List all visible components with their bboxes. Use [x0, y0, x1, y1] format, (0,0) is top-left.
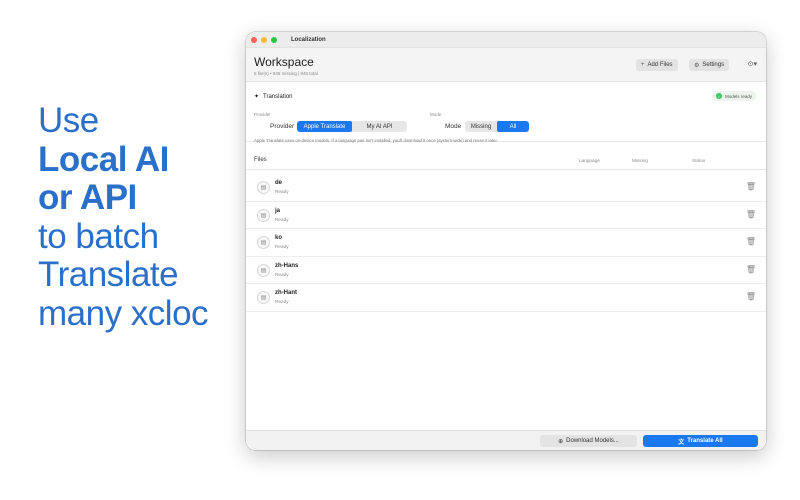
footer-bar: ⊕ Download Models... 文 Translate All	[246, 430, 766, 450]
file-name: ja	[275, 207, 281, 214]
app-window: Localization Workspace 5 file(s) • 845 m…	[246, 32, 766, 450]
models-ready-label: Models ready	[724, 93, 752, 99]
workspace-header: Workspace 5 file(s) • 845 missing | 845 …	[246, 48, 766, 82]
file-name: de	[275, 180, 283, 186]
document-icon: ▤	[257, 291, 270, 304]
file-name: ko	[275, 235, 283, 241]
trash-icon[interactable]: 🗑	[746, 237, 756, 246]
models-ready-badge: ✓ Models ready	[711, 91, 756, 101]
files-title: Files	[254, 157, 267, 163]
provider-option-my-ai-api[interactable]: My AI API	[352, 121, 407, 132]
checkmark-icon: ✓	[715, 93, 722, 99]
file-status: Ready	[275, 271, 289, 277]
translation-section: ✦ Translation ✓ Models ready Provider Mo…	[246, 82, 766, 142]
provider-option-apple-translate[interactable]: Apple Translate	[297, 121, 352, 132]
translation-note: Apple Translate uses on-device models. I…	[254, 138, 498, 143]
plus-icon: +	[641, 62, 645, 68]
file-status: Ready	[275, 189, 289, 194]
promo-line-4: to batch	[38, 216, 159, 256]
title-bar: Localization	[246, 32, 766, 48]
window-title: Localization	[291, 36, 326, 43]
translate-icon: 文	[678, 439, 685, 446]
trash-icon[interactable]: 🗑	[746, 210, 756, 219]
promo-line-6: many xcloc	[38, 293, 209, 333]
column-status: Status	[692, 158, 706, 163]
settings-button[interactable]: ⚙ Settings	[689, 59, 730, 71]
mode-label: Mode	[445, 123, 462, 130]
document-icon: ▤	[257, 236, 270, 249]
file-status: Ready	[275, 299, 289, 304]
provider-label: Provider	[270, 123, 295, 130]
promo-line-1: Use	[38, 101, 99, 140]
file-status: Ready	[275, 244, 289, 249]
trash-icon[interactable]: 🗑	[746, 292, 756, 301]
translation-title: ✦ Translation	[254, 93, 293, 101]
mode-option-missing[interactable]: Missing	[465, 121, 497, 132]
promo-line-3: or API	[38, 178, 137, 217]
ellipsis-circle-icon[interactable]: ⊙▾	[748, 60, 757, 68]
mode-caption: Mode	[430, 112, 442, 117]
minimize-window-button[interactable]	[261, 36, 267, 43]
download-models-button[interactable]: ⊕ Download Models...	[540, 435, 637, 447]
document-icon: ▤	[257, 208, 270, 222]
download-icon: ⊕	[558, 438, 564, 445]
close-window-button[interactable]	[251, 36, 257, 43]
trash-icon[interactable]: 🗑	[746, 265, 756, 274]
gear-icon: ⚙	[694, 62, 700, 69]
mode-segmented-control: Missing All	[465, 121, 529, 132]
file-name: zh-Hant	[275, 290, 297, 296]
provider-segmented-control: Apple Translate My AI API	[297, 121, 407, 132]
promo-text: Use Local AI or API to batch Translate m…	[38, 101, 238, 333]
promo-line-2: Local AI	[38, 139, 169, 179]
trash-icon[interactable]: 🗑	[746, 182, 756, 191]
mode-option-all[interactable]: All	[497, 121, 529, 132]
file-name: zh-Hans	[275, 262, 299, 269]
add-files-label: Add Files	[647, 62, 673, 68]
promo-line-5: Translate	[38, 255, 179, 294]
file-status: Ready	[275, 216, 289, 222]
translate-all-button[interactable]: 文 Translate All	[643, 435, 758, 447]
document-icon: ▤	[257, 181, 270, 194]
workspace-subtitle: 5 file(s) • 845 missing | 845 total	[254, 71, 318, 76]
translation-title-label: Translation	[263, 93, 293, 100]
column-language: Language	[579, 158, 600, 163]
workspace-title: Workspace	[254, 55, 314, 69]
download-models-label: Download Models...	[566, 438, 619, 444]
translate-all-label: Translate All	[687, 438, 723, 444]
document-icon: ▤	[257, 263, 270, 277]
file-row-ko[interactable]: ▤ ko Ready 🗑	[246, 229, 766, 257]
file-row-ja[interactable]: ▤ ja Ready 🗑	[246, 202, 766, 229]
provider-caption: Provider	[254, 112, 271, 117]
add-files-button[interactable]: + Add Files	[636, 59, 678, 71]
file-row-zh-hans[interactable]: ▤ zh-Hans Ready 🗑	[246, 257, 766, 284]
settings-label: Settings	[702, 62, 725, 68]
column-missing: Missing	[632, 158, 648, 163]
zoom-window-button[interactable]	[271, 36, 277, 43]
file-row-zh-hant[interactable]: ▤ zh-Hant Ready 🗑	[246, 284, 766, 312]
sparkle-icon: ✦	[254, 94, 260, 100]
files-header: Files Language Missing Status	[246, 154, 766, 170]
file-row-de[interactable]: ▤ de Ready 🗑	[246, 174, 766, 202]
